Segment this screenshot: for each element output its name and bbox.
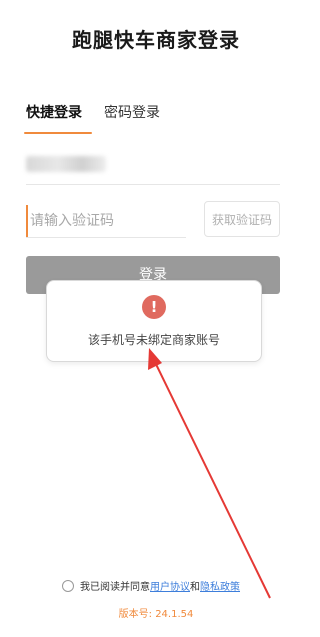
- privacy-policy-link[interactable]: 隐私政策: [200, 578, 240, 593]
- tab-password-login[interactable]: 密码登录: [104, 102, 160, 134]
- user-agreement-link[interactable]: 用户协议: [150, 578, 190, 593]
- tab-quick-login[interactable]: 快捷登录: [24, 102, 92, 134]
- agree-and: 和: [190, 582, 200, 593]
- error-toast: ! 该手机号未绑定商家账号: [46, 280, 262, 362]
- get-code-button[interactable]: 获取验证码: [204, 201, 280, 237]
- page-title: 跑腿快车商家登录: [72, 28, 240, 52]
- login-tabs: 快捷登录 密码登录: [24, 102, 160, 134]
- phone-field[interactable]: [26, 150, 280, 185]
- verification-code-input[interactable]: [26, 205, 192, 237]
- agree-radio[interactable]: [62, 579, 74, 592]
- blurred-phone-number: [26, 156, 106, 172]
- agreement-row: 我已阅读并同意 用户协议 和 隐私政策: [62, 578, 240, 593]
- toast-message: 该手机号未绑定商家账号: [87, 333, 220, 347]
- exclamation-icon: !: [142, 295, 166, 319]
- code-field-wrapper: [26, 205, 192, 238]
- agree-prefix: 我已阅读并同意: [80, 582, 150, 593]
- arrow-shaft: [152, 357, 271, 599]
- version-text: 版本号: 24.1.54: [118, 609, 194, 620]
